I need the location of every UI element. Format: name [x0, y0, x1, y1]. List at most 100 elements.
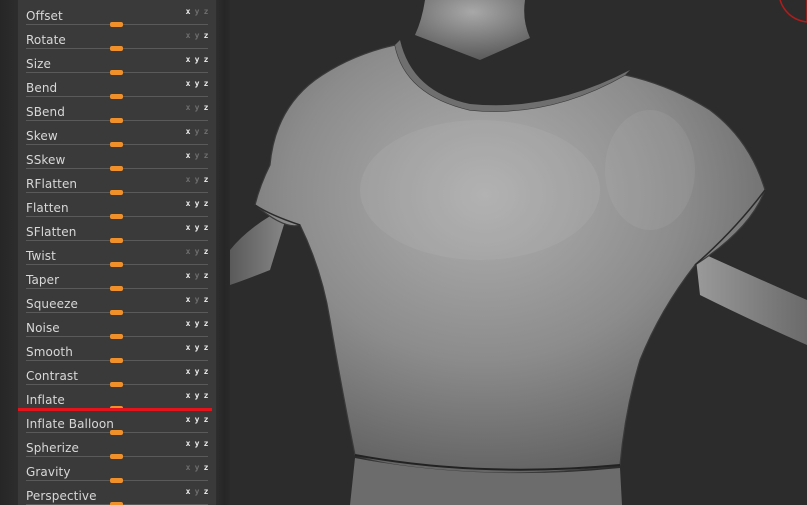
- deformation-row-inflate-balloon[interactable]: Inflate Balloon x y z: [18, 412, 216, 436]
- slider-thumb[interactable]: [110, 214, 123, 219]
- deformation-row-squeeze[interactable]: Squeeze x y z: [18, 292, 216, 316]
- panel-scrollbar[interactable]: [216, 0, 230, 505]
- axis-x-toggle-icon[interactable]: x: [184, 272, 192, 280]
- axis-y-toggle-icon[interactable]: y: [193, 464, 201, 472]
- deformation-row-gravity[interactable]: Gravity x y z: [18, 460, 216, 484]
- axis-y-toggle-icon[interactable]: y: [193, 368, 201, 376]
- axis-z-toggle-icon[interactable]: z: [202, 320, 210, 328]
- axis-x-toggle-icon[interactable]: x: [184, 128, 192, 136]
- axis-z-toggle-icon[interactable]: z: [202, 392, 210, 400]
- axis-z-toggle-icon[interactable]: z: [202, 128, 210, 136]
- axis-x-toggle-icon[interactable]: x: [184, 416, 192, 424]
- axis-y-toggle-icon[interactable]: y: [193, 176, 201, 184]
- axis-z-toggle-icon[interactable]: z: [202, 56, 210, 64]
- axis-x-toggle-icon[interactable]: x: [184, 56, 192, 64]
- slider-thumb[interactable]: [110, 430, 123, 435]
- axis-z-toggle-icon[interactable]: z: [202, 488, 210, 496]
- 3d-viewport[interactable]: [230, 0, 807, 505]
- deformation-row-offset[interactable]: Offset x y z: [18, 4, 216, 28]
- axis-x-toggle-icon[interactable]: x: [184, 152, 192, 160]
- axis-z-toggle-icon[interactable]: z: [202, 344, 210, 352]
- axis-x-toggle-icon[interactable]: x: [184, 80, 192, 88]
- deformation-row-size[interactable]: Size x y z: [18, 52, 216, 76]
- axis-y-toggle-icon[interactable]: y: [193, 152, 201, 160]
- axis-y-toggle-icon[interactable]: y: [193, 56, 201, 64]
- deformation-row-skew[interactable]: Skew x y z: [18, 124, 216, 148]
- slider-thumb[interactable]: [110, 142, 123, 147]
- axis-x-toggle-icon[interactable]: x: [184, 440, 192, 448]
- axis-z-toggle-icon[interactable]: z: [202, 248, 210, 256]
- axis-x-toggle-icon[interactable]: x: [184, 32, 192, 40]
- axis-z-toggle-icon[interactable]: z: [202, 296, 210, 304]
- axis-y-toggle-icon[interactable]: y: [193, 344, 201, 352]
- axis-z-toggle-icon[interactable]: z: [202, 200, 210, 208]
- deformation-row-spherize[interactable]: Spherize x y z: [18, 436, 216, 460]
- axis-x-toggle-icon[interactable]: x: [184, 368, 192, 376]
- deformation-row-flatten[interactable]: Flatten x y z: [18, 196, 216, 220]
- axis-z-toggle-icon[interactable]: z: [202, 368, 210, 376]
- axis-x-toggle-icon[interactable]: x: [184, 248, 192, 256]
- slider-thumb[interactable]: [110, 382, 123, 387]
- axis-x-toggle-icon[interactable]: x: [184, 320, 192, 328]
- axis-y-toggle-icon[interactable]: y: [193, 80, 201, 88]
- axis-z-toggle-icon[interactable]: z: [202, 8, 210, 16]
- deformation-row-twist[interactable]: Twist x y z: [18, 244, 216, 268]
- axis-z-toggle-icon[interactable]: z: [202, 272, 210, 280]
- axis-y-toggle-icon[interactable]: y: [193, 320, 201, 328]
- axis-y-toggle-icon[interactable]: y: [193, 488, 201, 496]
- slider-thumb[interactable]: [110, 94, 123, 99]
- slider-thumb[interactable]: [110, 238, 123, 243]
- axis-x-toggle-icon[interactable]: x: [184, 200, 192, 208]
- axis-z-toggle-icon[interactable]: z: [202, 152, 210, 160]
- axis-y-toggle-icon[interactable]: y: [193, 272, 201, 280]
- axis-y-toggle-icon[interactable]: y: [193, 224, 201, 232]
- axis-x-toggle-icon[interactable]: x: [184, 488, 192, 496]
- axis-x-toggle-icon[interactable]: x: [184, 104, 192, 112]
- deformation-row-bend[interactable]: Bend x y z: [18, 76, 216, 100]
- deformation-row-taper[interactable]: Taper x y z: [18, 268, 216, 292]
- axis-x-toggle-icon[interactable]: x: [184, 296, 192, 304]
- deformation-row-rotate[interactable]: Rotate x y z: [18, 28, 216, 52]
- slider-thumb[interactable]: [110, 286, 123, 291]
- axis-y-toggle-icon[interactable]: y: [193, 392, 201, 400]
- axis-x-toggle-icon[interactable]: x: [184, 464, 192, 472]
- axis-y-toggle-icon[interactable]: y: [193, 440, 201, 448]
- deformation-row-perspective[interactable]: Perspective x y z: [18, 484, 216, 505]
- axis-z-toggle-icon[interactable]: z: [202, 464, 210, 472]
- slider-thumb[interactable]: [110, 70, 123, 75]
- axis-x-toggle-icon[interactable]: x: [184, 344, 192, 352]
- slider-thumb[interactable]: [110, 454, 123, 459]
- axis-y-toggle-icon[interactable]: y: [193, 104, 201, 112]
- axis-z-toggle-icon[interactable]: z: [202, 32, 210, 40]
- deformation-row-sskew[interactable]: SSkew x y z: [18, 148, 216, 172]
- axis-z-toggle-icon[interactable]: z: [202, 80, 210, 88]
- deformation-row-noise[interactable]: Noise x y z: [18, 316, 216, 340]
- slider-thumb[interactable]: [110, 190, 123, 195]
- deformation-row-smooth[interactable]: Smooth x y z: [18, 340, 216, 364]
- axis-x-toggle-icon[interactable]: x: [184, 392, 192, 400]
- axis-y-toggle-icon[interactable]: y: [193, 248, 201, 256]
- axis-y-toggle-icon[interactable]: y: [193, 200, 201, 208]
- slider-thumb[interactable]: [110, 46, 123, 51]
- axis-y-toggle-icon[interactable]: y: [193, 416, 201, 424]
- deformation-row-sbend[interactable]: SBend x y z: [18, 100, 216, 124]
- deformation-row-sflatten[interactable]: SFlatten x y z: [18, 220, 216, 244]
- axis-y-toggle-icon[interactable]: y: [193, 8, 201, 16]
- axis-x-toggle-icon[interactable]: x: [184, 176, 192, 184]
- axis-z-toggle-icon[interactable]: z: [202, 104, 210, 112]
- axis-y-toggle-icon[interactable]: y: [193, 128, 201, 136]
- slider-thumb[interactable]: [110, 310, 123, 315]
- slider-thumb[interactable]: [110, 22, 123, 27]
- slider-thumb[interactable]: [110, 118, 123, 123]
- deformation-row-rflatten[interactable]: RFlatten x y z: [18, 172, 216, 196]
- axis-y-toggle-icon[interactable]: y: [193, 32, 201, 40]
- deformation-row-contrast[interactable]: Contrast x y z: [18, 364, 216, 388]
- slider-thumb[interactable]: [110, 334, 123, 339]
- axis-z-toggle-icon[interactable]: z: [202, 224, 210, 232]
- axis-z-toggle-icon[interactable]: z: [202, 440, 210, 448]
- axis-x-toggle-icon[interactable]: x: [184, 224, 192, 232]
- slider-thumb[interactable]: [110, 166, 123, 171]
- slider-thumb[interactable]: [110, 478, 123, 483]
- axis-x-toggle-icon[interactable]: x: [184, 8, 192, 16]
- axis-z-toggle-icon[interactable]: z: [202, 416, 210, 424]
